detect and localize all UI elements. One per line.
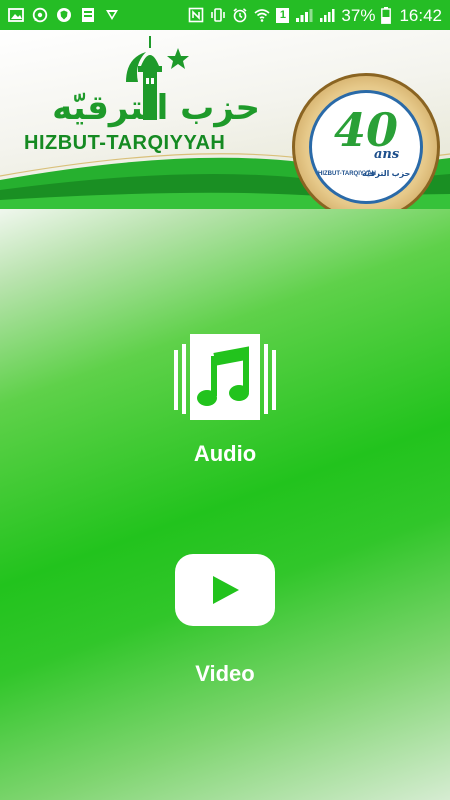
wifi-icon — [254, 7, 270, 23]
badge-arabic-name: حزب الترقيّه — [362, 169, 411, 178]
status-bar: 1 37% 16:42 — [0, 0, 450, 30]
system-icons: 1 37% 16:42 — [182, 5, 442, 25]
badge-number: 40 — [333, 103, 398, 157]
audio-button[interactable]: Audio — [125, 334, 325, 467]
signal-2-icon — [319, 7, 335, 23]
brand-latin-name: HIZBUT-TARQIYYAH — [24, 132, 226, 154]
anniversary-badge: 40 ans HIZBUT-TARQIYYAH حزب الترقيّه — [292, 73, 440, 209]
vibrate-icon — [210, 7, 226, 23]
audio-label: Audio — [193, 441, 257, 466]
main-menu: Audio Video — [0, 209, 450, 800]
video-label: Video — [195, 661, 255, 686]
badge-suffix: ans — [374, 147, 400, 162]
feedly-icon — [104, 7, 120, 23]
star-icon — [167, 48, 189, 69]
play-icon — [175, 554, 275, 631]
brand-arabic-name: حزب الترقيّه — [52, 88, 260, 128]
battery-icon — [381, 6, 392, 24]
app-notification-icon — [80, 7, 96, 23]
nfc-icon — [188, 7, 204, 23]
clock: 16:42 — [399, 5, 442, 25]
alarm-icon — [232, 7, 248, 23]
notification-icons — [8, 7, 128, 23]
gallery-icon — [8, 7, 24, 23]
sim-icon: 1 — [276, 7, 290, 23]
signal-icon — [295, 7, 313, 23]
shield-icon — [56, 7, 72, 23]
battery-percent: 37% — [341, 5, 376, 25]
music-note-icon — [170, 334, 280, 425]
header-banner: حزب الترقيّه HIZBUT-TARQIYYAH 40 ans HIZ… — [0, 30, 450, 209]
badge-inner: 40 ans HIZBUT-TARQIYYAH حزب الترقيّه — [309, 90, 423, 204]
video-button[interactable]: Video — [125, 554, 325, 687]
whatsapp-icon — [32, 7, 48, 23]
